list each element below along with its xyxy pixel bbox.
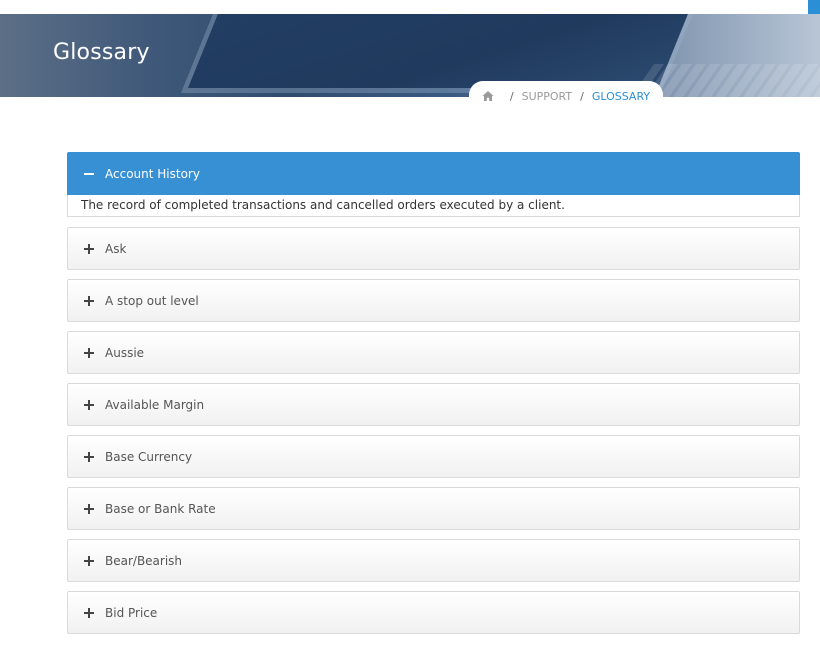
accordion-panel: Bear/Bearish [67,539,800,582]
plus-icon [84,451,94,462]
breadcrumb: / SUPPORT / GLOSSARY [469,81,663,111]
breadcrumb-separator: / [509,89,514,103]
accordion-header-aussie[interactable]: Aussie [67,331,800,374]
accordion-panel: Bid Price [67,591,800,634]
plus-icon [84,503,94,514]
accordion-title: Base or Bank Rate [105,501,216,516]
accordion-header-ask[interactable]: Ask [67,227,800,270]
top-strip [0,0,820,14]
accordion-title: Account History [105,166,200,181]
plus-icon [84,399,94,410]
breadcrumb-glossary-current: GLOSSARY [591,89,651,103]
accordion-title: Ask [105,241,127,256]
breadcrumb-separator: / [580,89,584,103]
page-title: Glossary [53,40,150,65]
accordion-panel: Available Margin [67,383,800,426]
page-header-banner: Glossary [0,14,820,97]
accordion-header-available-margin[interactable]: Available Margin [67,383,800,426]
accordion-title: Available Margin [105,397,205,412]
accordion-header-stop-out-level[interactable]: A stop out level [67,279,800,322]
accordion-header-account-history[interactable]: Account History [67,152,800,195]
accordion-title: A stop out level [105,293,199,308]
accordion-panel-account-history: Account History The record of completed … [67,152,800,217]
accordion-title: Base Currency [105,449,193,464]
accordion-header-base-or-bank-rate[interactable]: Base or Bank Rate [67,487,800,530]
plus-icon [84,295,94,306]
plus-icon [84,243,94,254]
accordion-title: Aussie [105,345,145,360]
top-accent-bar [808,0,820,14]
accordion-header-bear-bearish[interactable]: Bear/Bearish [67,539,800,582]
accordion-panel: Base Currency [67,435,800,478]
minus-icon [84,169,94,179]
home-icon[interactable] [482,90,494,102]
glossary-accordion: Account History The record of completed … [67,152,800,643]
plus-icon [84,607,94,618]
accordion-header-bid-price[interactable]: Bid Price [67,591,800,634]
plus-icon [84,555,94,566]
accordion-panel: A stop out level [67,279,800,322]
accordion-header-base-currency[interactable]: Base Currency [67,435,800,478]
breadcrumb-support-link[interactable]: SUPPORT [522,90,573,103]
plus-icon [84,347,94,358]
accordion-title: Bear/Bearish [105,553,183,568]
accordion-panel: Ask [67,227,800,270]
accordion-panel: Base or Bank Rate [67,487,800,530]
accordion-panel: Aussie [67,331,800,374]
laptop-image [188,14,692,88]
accordion-body: The record of completed transactions and… [67,195,800,217]
accordion-title: Bid Price [105,605,158,620]
